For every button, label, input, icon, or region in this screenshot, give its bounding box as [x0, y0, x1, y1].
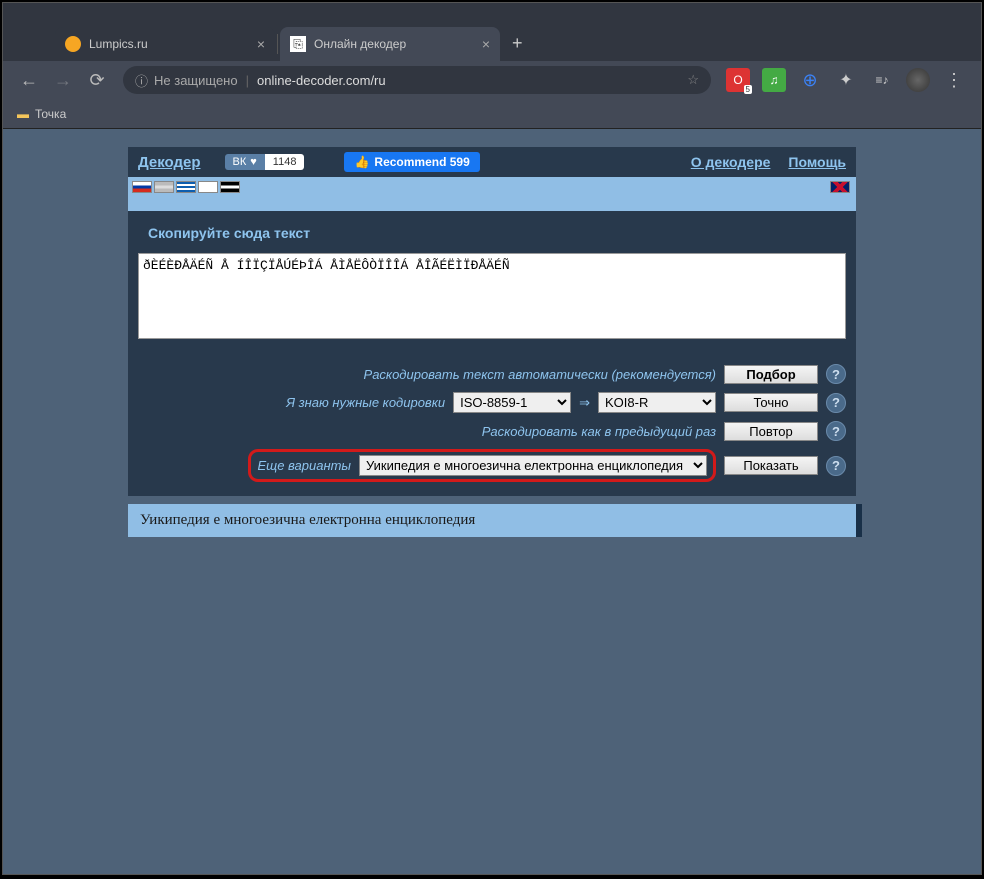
titlebar [3, 3, 981, 17]
povtor-button[interactable]: Повтор [724, 422, 818, 441]
bookmark-label: Точка [35, 107, 66, 121]
forward-button[interactable]: → [49, 66, 77, 94]
menu-button[interactable]: ⋮ [942, 68, 966, 92]
nav-links: О декодере Помощь [691, 154, 846, 170]
flag-il[interactable] [198, 181, 218, 193]
tochno-button[interactable]: Точно [724, 393, 818, 412]
back-button[interactable]: ← [15, 66, 43, 94]
header-bar [128, 197, 856, 211]
encoding-to-select[interactable]: KOI8-R [598, 392, 716, 413]
page-content: Декодер ВК ♥ 1148 👍Recommend 599 О декод… [128, 147, 856, 537]
flag-uk[interactable] [830, 181, 850, 193]
flag-gr[interactable] [176, 181, 196, 193]
flag-ru[interactable] [132, 181, 152, 193]
tab-label: Онлайн декодер [314, 37, 406, 51]
flag-2[interactable] [154, 181, 174, 193]
info-icon: ⓘ [135, 71, 148, 90]
row-variants: Еще варианты Уикипедия е многоезична еле… [248, 449, 716, 482]
tab-favicon-decoder: ⎘ [290, 36, 306, 52]
tab-bar: Lumpics.ru × ⎘ Онлайн декодер × + [3, 17, 981, 61]
divider: | [246, 73, 249, 88]
row-encodings: Я знаю нужные кодировки ISO-8859-1 ⇒ KOI… [138, 392, 846, 413]
help-link[interactable]: Помощь [788, 154, 846, 170]
pokazat-button[interactable]: Показать [724, 456, 818, 475]
row-auto: Раскодировать текст автоматически (реком… [138, 364, 846, 384]
label-variants: Еще варианты [257, 458, 351, 473]
vk-count: 1148 [265, 154, 305, 170]
label-encodings: Я знаю нужные кодировки [286, 395, 445, 410]
folder-icon: ▬ [17, 107, 29, 121]
row-variants-wrap: Еще варианты Уикипедия е многоезична еле… [138, 449, 846, 482]
result-text: Уикипедия е многоезична електронна енцик… [140, 512, 475, 528]
tab-separator [277, 34, 278, 54]
browser-window: — ☐ ✕ Lumpics.ru × ⎘ Онлайн декодер × + … [2, 2, 982, 875]
label-repeat: Раскодировать как в предыдущий раз [482, 424, 716, 439]
form-area: Скопируйте сюда текст ðÈÉÈÐÅÄÉÑ Å ÍÎÏÇÏÅ… [128, 211, 856, 356]
address-bar[interactable]: ⓘ Не защищено | online-decoder.com/ru ☆ [123, 66, 711, 94]
thumbsup-icon: 👍 [354, 155, 369, 169]
help-icon[interactable]: ? [826, 393, 846, 413]
help-icon[interactable]: ? [826, 456, 846, 476]
tab-favicon-lumpics [65, 36, 81, 52]
extension-icon-1[interactable]: O5 [726, 68, 750, 92]
help-icon[interactable]: ? [826, 364, 846, 384]
help-icon[interactable]: ? [826, 421, 846, 441]
controls: Раскодировать текст автоматически (реком… [128, 356, 856, 496]
extension-icon-3[interactable]: ⊕ [798, 68, 822, 92]
brand-link[interactable]: Декодер [138, 154, 201, 171]
fb-recommend-button[interactable]: 👍Recommend 599 [344, 152, 479, 172]
podbor-button[interactable]: Подбор [724, 365, 818, 384]
row-repeat: Раскодировать как в предыдущий раз Повто… [138, 421, 846, 441]
fb-widget[interactable]: 👍Recommend 599 [344, 152, 479, 172]
tab-lumpics[interactable]: Lumpics.ru × [55, 27, 275, 61]
close-icon[interactable]: × [257, 36, 265, 52]
form-title: Скопируйте сюда текст [138, 219, 320, 247]
reading-list-icon[interactable]: ≡♪ [870, 68, 894, 92]
security-label: Не защищено [154, 73, 238, 88]
variants-select[interactable]: Уикипедия е многоезична електронна енцик… [359, 455, 707, 476]
tab-label: Lumpics.ru [89, 37, 148, 51]
top-nav: Декодер ВК ♥ 1148 👍Recommend 599 О декод… [128, 147, 856, 177]
encoding-from-select[interactable]: ISO-8859-1 [453, 392, 571, 413]
new-tab-button[interactable]: + [512, 33, 523, 54]
toolbar: ← → ⟳ ⓘ Не защищено | online-decoder.com… [3, 61, 981, 99]
label-auto: Раскодировать текст автоматически (реком… [364, 367, 716, 382]
bookmark-tochka[interactable]: ▬ Точка [17, 107, 66, 121]
arrow-icon: ⇒ [579, 395, 590, 411]
heart-icon: ♥ [250, 156, 257, 168]
url-text: online-decoder.com/ru [257, 73, 386, 88]
close-icon[interactable]: × [482, 36, 490, 52]
language-flags [128, 177, 856, 197]
about-link[interactable]: О декодере [691, 154, 771, 170]
result-output: Уикипедия е многоезична електронна енцик… [128, 504, 856, 537]
bookmarks-bar: ▬ Точка [3, 99, 981, 129]
vk-like-button[interactable]: ВК ♥ [225, 154, 265, 170]
input-textarea[interactable]: ðÈÉÈÐÅÄÉÑ Å ÍÎÏÇÏÅÚÉÞÎÁ ÅÌÅËÔÒÏÎÎÁ ÅÎÃÉË… [138, 253, 846, 339]
extensions-button[interactable]: ✦ [834, 68, 858, 92]
flag-5[interactable] [220, 181, 240, 193]
viewport: Декодер ВК ♥ 1148 👍Recommend 599 О декод… [3, 129, 981, 874]
star-icon[interactable]: ☆ [687, 72, 699, 88]
profile-avatar[interactable] [906, 68, 930, 92]
extension-icon-2[interactable]: ♫ [762, 68, 786, 92]
reload-button[interactable]: ⟳ [83, 66, 111, 94]
tab-decoder[interactable]: ⎘ Онлайн декодер × [280, 27, 500, 61]
vk-widget[interactable]: ВК ♥ 1148 [225, 154, 305, 170]
